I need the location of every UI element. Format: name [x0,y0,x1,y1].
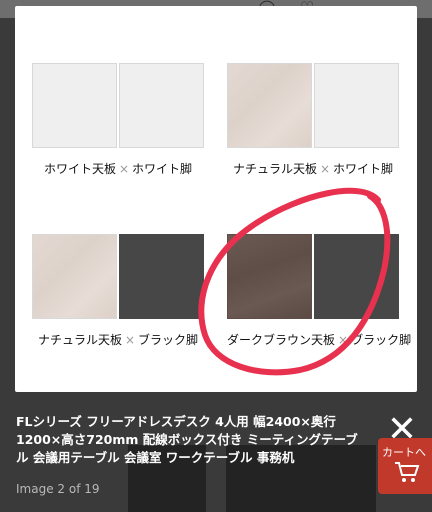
image-viewer-card: ホワイト天板 × ホワイト脚 ナチュラル天板 × ホワイト脚 ナチュラル天板 × ブラック脚… [15,6,417,392]
tabletop-swatch [227,63,312,148]
option-natural-white: ナチュラル天板 × ホワイト脚 [227,63,399,177]
image-counter: Image 2 of 19 [16,482,100,496]
tabletop-swatch [32,234,117,319]
tabletop-swatch [32,63,117,148]
cart-icon [395,462,420,482]
option-label: ホワイト天板 × ホワイト脚 [43,162,193,176]
option-white-white: ホワイト天板 × ホワイト脚 [32,63,204,177]
legs-swatch [119,63,204,148]
option-label: ナチュラル天板 × ブラック脚 [37,333,199,347]
caption-bar: FLシリーズ フリーアドレスデスク 4人用 幅2400×奥行1200×高さ720… [0,405,432,512]
option-label: ナチュラル天板 × ホワイト脚 [232,162,394,176]
legs-swatch [314,234,399,319]
product-title: FLシリーズ フリーアドレスデスク 4人用 幅2400×奥行1200×高さ720… [16,414,358,465]
option-label: ダークブラウン天板 × ブラック脚 [227,333,412,347]
legs-swatch [314,63,399,148]
option-natural-black: ナチュラル天板 × ブラック脚 [32,234,204,348]
tabletop-swatch [227,234,312,319]
cart-label: カートへ [382,446,426,459]
cart-button[interactable]: カートへ [378,438,432,494]
legs-swatch [119,234,204,319]
option-brown-black: ダークブラウン天板 × ブラック脚 [227,234,412,348]
